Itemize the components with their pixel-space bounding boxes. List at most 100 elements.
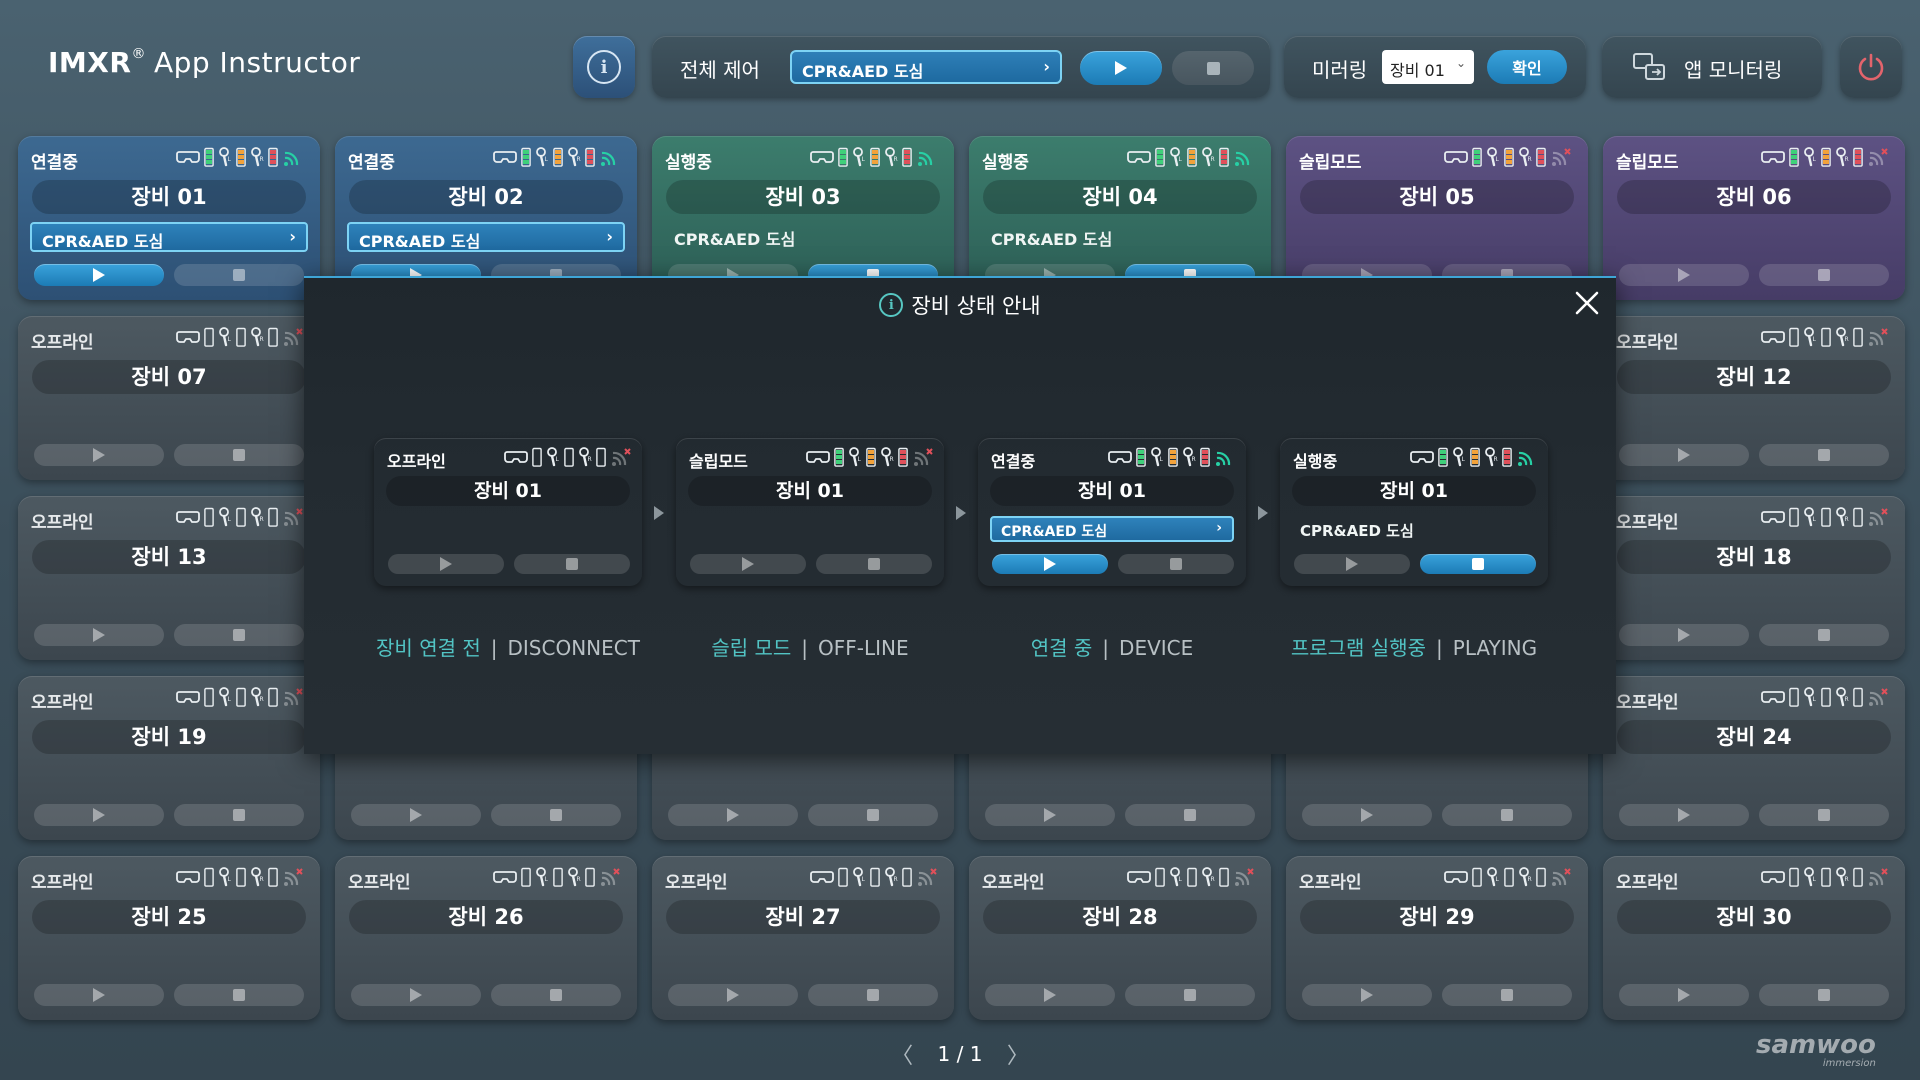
device-stop-button[interactable]: [808, 984, 938, 1006]
device-play-button[interactable]: [1619, 264, 1749, 286]
battery-icon: [902, 867, 912, 887]
device-stop-button[interactable]: [1118, 554, 1234, 574]
mirroring-device-value: 장비 01: [1390, 61, 1445, 80]
device-card[interactable]: 연결중 L R 장비 01 CPR&AED 도심 ›: [18, 136, 320, 300]
device-stop-button[interactable]: [816, 554, 932, 574]
next-page-button[interactable]: 〉: [1007, 1038, 1029, 1070]
mirroring-label: 미러링: [1312, 58, 1368, 82]
device-stop-button[interactable]: [1759, 804, 1889, 826]
device-play-button[interactable]: [351, 804, 481, 826]
device-play-button[interactable]: [388, 554, 504, 574]
stop-icon: [1472, 558, 1484, 570]
device-card[interactable]: 오프라인 L R 장비 29: [1286, 856, 1588, 1020]
device-play-button[interactable]: [1619, 444, 1749, 466]
battery-icon: [521, 867, 531, 887]
controller-right-icon: R: [251, 867, 264, 887]
device-stop-button[interactable]: [1442, 984, 1572, 1006]
device-stop-button[interactable]: [1759, 264, 1889, 286]
device-status-icons: LR: [1108, 446, 1236, 468]
device-stop-button[interactable]: [1442, 804, 1572, 826]
mirroring-device-select[interactable]: 장비 01 ⌄: [1382, 50, 1474, 84]
device-stop-button[interactable]: [514, 554, 630, 574]
legend-sep: |: [801, 636, 809, 660]
device-play-button[interactable]: [1619, 624, 1749, 646]
device-card[interactable]: 오프라인 L R 장비 19: [18, 676, 320, 840]
device-card[interactable]: 실행중 L R 장비 01 CPR&AED 도심: [1280, 438, 1548, 586]
device-stop-button[interactable]: [174, 804, 304, 826]
device-stop-button[interactable]: [174, 444, 304, 466]
device-play-button[interactable]: [1619, 984, 1749, 1006]
device-play-button[interactable]: [690, 554, 806, 574]
device-play-button[interactable]: [34, 444, 164, 466]
global-program-select[interactable]: CPR&AED 도심 ›: [790, 50, 1062, 84]
program-select[interactable]: CPR&AED 도심 ›: [30, 222, 308, 252]
prev-page-button[interactable]: 〈: [891, 1038, 913, 1070]
device-stop-button[interactable]: [491, 984, 621, 1006]
confirm-button[interactable]: 확인: [1487, 50, 1567, 84]
headset-icon: [1761, 691, 1785, 703]
device-card[interactable]: 오프라인 L R 장비 26: [335, 856, 637, 1020]
stop-icon: [1818, 809, 1830, 821]
controller-right-icon: R: [251, 507, 264, 527]
device-stop-button[interactable]: [174, 984, 304, 1006]
device-card[interactable]: 연결중 L R 장비 01 CPR&AED 도심 ›: [978, 438, 1246, 586]
device-stop-button[interactable]: [1759, 624, 1889, 646]
power-button[interactable]: [1840, 36, 1902, 98]
program-name: CPR&AED 도심: [991, 230, 1113, 249]
global-play-button[interactable]: [1080, 51, 1162, 85]
device-play-button[interactable]: [992, 554, 1108, 574]
device-play-button[interactable]: [34, 624, 164, 646]
global-stop-button[interactable]: [1172, 51, 1254, 85]
svg-text:R: R: [1528, 156, 1532, 163]
play-icon: [1346, 557, 1358, 571]
device-play-button[interactable]: [351, 984, 481, 1006]
device-card[interactable]: 오프라인 L R 장비 01: [374, 438, 642, 586]
device-card[interactable]: 슬립모드 L R 장비 06: [1603, 136, 1905, 300]
device-play-button[interactable]: [668, 804, 798, 826]
svg-text:L: L: [228, 516, 232, 523]
device-card[interactable]: 슬립모드 L R 장비 01: [676, 438, 944, 586]
device-play-button[interactable]: [668, 984, 798, 1006]
device-stop-button[interactable]: [174, 264, 304, 286]
device-card[interactable]: 오프라인 L R 장비 28: [969, 856, 1271, 1020]
device-play-button[interactable]: [34, 264, 164, 286]
device-stop-button[interactable]: [1125, 804, 1255, 826]
device-card[interactable]: 오프라인 L R 장비 07: [18, 316, 320, 480]
app-monitoring-button[interactable]: 앱 모니터링: [1602, 36, 1822, 98]
headset-icon: [810, 151, 834, 163]
device-status-icons: LR: [1761, 686, 1889, 708]
device-play-button[interactable]: [1294, 554, 1410, 574]
device-play-button[interactable]: [985, 804, 1115, 826]
battery-icon: [1789, 687, 1799, 707]
device-card[interactable]: 오프라인 L R 장비 18: [1603, 496, 1905, 660]
device-stop-button[interactable]: [1125, 984, 1255, 1006]
battery-icon: [1187, 147, 1197, 167]
device-play-button[interactable]: [34, 984, 164, 1006]
device-stop-button[interactable]: [1759, 444, 1889, 466]
device-play-button[interactable]: [985, 984, 1115, 1006]
device-card[interactable]: 오프라인 L R 장비 30: [1603, 856, 1905, 1020]
close-icon[interactable]: [1572, 288, 1602, 318]
device-stop-button[interactable]: [808, 804, 938, 826]
device-play-button[interactable]: [1619, 804, 1749, 826]
device-stop-button[interactable]: [1759, 984, 1889, 1006]
program-select[interactable]: CPR&AED 도심 ›: [347, 222, 625, 252]
device-stop-button[interactable]: [1420, 554, 1536, 574]
device-play-button[interactable]: [34, 804, 164, 826]
device-card[interactable]: 오프라인 L R 장비 13: [18, 496, 320, 660]
device-card[interactable]: 오프라인 L R 장비 24: [1603, 676, 1905, 840]
stop-icon: [233, 629, 245, 641]
program-name: CPR&AED 도심: [42, 232, 164, 251]
program-select[interactable]: CPR&AED 도심 ›: [990, 516, 1234, 542]
device-stop-button[interactable]: [174, 624, 304, 646]
program-name: CPR&AED 도심: [1300, 522, 1414, 540]
device-stop-button[interactable]: [491, 804, 621, 826]
device-card[interactable]: 오프라인 L R 장비 12: [1603, 316, 1905, 480]
monitor-swap-icon: [1633, 53, 1665, 80]
device-play-button[interactable]: [1302, 804, 1432, 826]
device-card[interactable]: 오프라인 L R 장비 27: [652, 856, 954, 1020]
device-card[interactable]: 오프라인 L R 장비 25: [18, 856, 320, 1020]
info-button[interactable]: i: [573, 36, 635, 98]
device-name: 장비 01: [688, 476, 932, 506]
device-play-button[interactable]: [1302, 984, 1432, 1006]
